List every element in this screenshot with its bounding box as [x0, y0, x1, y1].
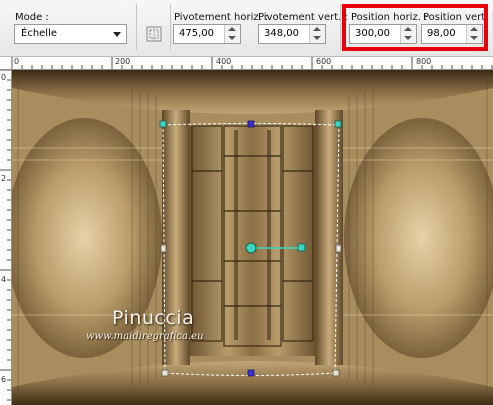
spin-up-icon[interactable]: [313, 27, 321, 31]
pivot-h-field[interactable]: 475,00: [173, 24, 241, 44]
rotation-handle[interactable]: [297, 243, 306, 252]
handle-left-mid[interactable]: [160, 244, 167, 253]
spin-down-icon[interactable]: [228, 36, 236, 40]
pivot-v-field[interactable]: 348,00: [258, 24, 326, 44]
ruler-label: 0: [14, 57, 20, 66]
pivot-h-spinner[interactable]: [224, 25, 240, 43]
mode-label: Mode :: [15, 12, 49, 23]
spin-up-icon[interactable]: [228, 27, 236, 31]
canvas-artwork: [12, 70, 493, 405]
ruler-label: 6: [1, 375, 7, 384]
handle-bottom-mid[interactable]: [247, 369, 255, 377]
tool-options-bar: Mode : Échelle Pivotement horiz. : 475,0…: [0, 0, 493, 57]
pivot-v-label: Pivotement vert. :: [258, 12, 348, 23]
watermark-url: www.maidiregrafica.eu: [86, 331, 204, 342]
toolbar-separator: [136, 4, 137, 50]
watermark-name: Pinuccia: [112, 307, 195, 329]
highlight-box: [342, 4, 488, 51]
pivot-h-value: 475,00: [179, 28, 214, 39]
toolbar-separator: [340, 4, 341, 50]
pivot-point[interactable]: [245, 242, 257, 254]
chevron-down-icon[interactable]: [113, 32, 121, 37]
mode-dropdown[interactable]: Échelle: [14, 24, 127, 44]
transform-align-icon[interactable]: [146, 26, 162, 42]
handle-right-mid[interactable]: [335, 244, 342, 253]
toolbar-separator: [170, 4, 171, 50]
image-canvas[interactable]: Pinuccia www.maidiregrafica.eu: [12, 70, 493, 405]
ruler-label: 2: [1, 174, 7, 183]
handle-top-left[interactable]: [159, 120, 167, 128]
ruler-label: 800: [416, 57, 432, 66]
handle-top-right[interactable]: [334, 120, 342, 128]
ruler-label: 600: [316, 57, 332, 66]
ruler-label: 200: [115, 57, 131, 66]
handle-top-mid[interactable]: [247, 120, 255, 128]
handle-bottom-right[interactable]: [332, 369, 340, 377]
pivot-v-spinner[interactable]: [309, 25, 325, 43]
ruler-vertical[interactable]: 0 2 4 6: [0, 70, 12, 405]
spin-down-icon[interactable]: [313, 36, 321, 40]
mode-value: Échelle: [21, 28, 58, 39]
ruler-label: 400: [216, 57, 232, 66]
pivot-v-value: 348,00: [264, 28, 299, 39]
ruler-label: 0: [1, 73, 7, 82]
ruler-label: 4: [1, 275, 7, 284]
ruler-ticks: [0, 70, 11, 401]
ruler-horizontal[interactable]: 0 200 400 600 800: [0, 57, 493, 70]
pivot-h-label: Pivotement horiz. :: [174, 12, 269, 23]
handle-bottom-left[interactable]: [161, 369, 169, 377]
